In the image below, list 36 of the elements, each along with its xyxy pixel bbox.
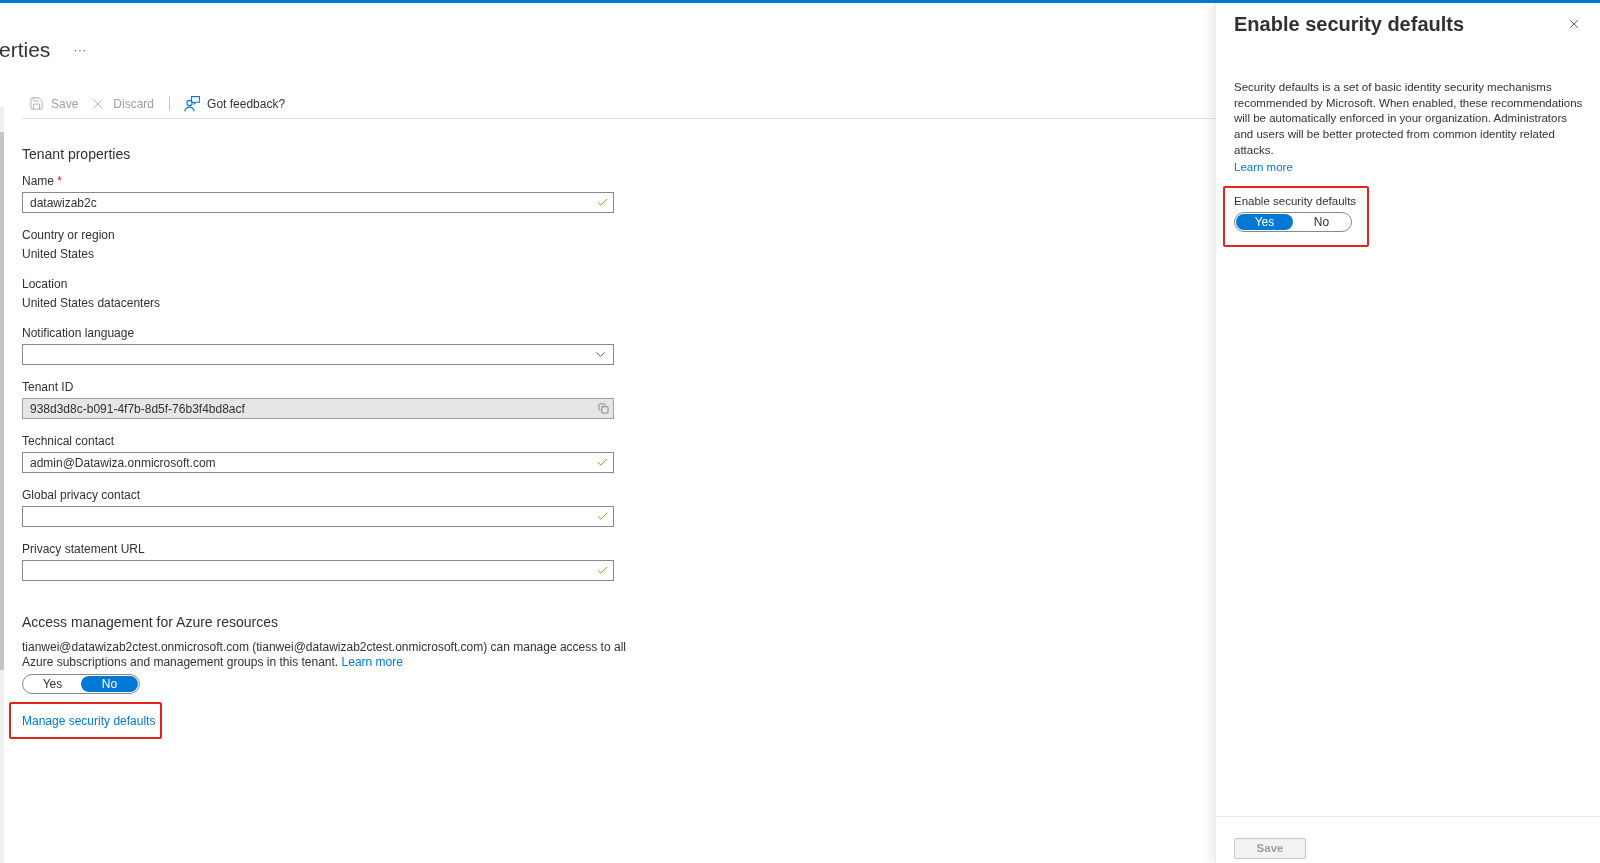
learn-more-link[interactable]: Learn more [1234,158,1293,175]
field-label: Notification language [22,325,136,341]
toggle-option[interactable]: No [1293,213,1350,230]
dropdown-field[interactable] [22,344,614,365]
field-value: United States [22,246,96,262]
field-label: Privacy statement URL [22,541,146,557]
read-only-field: 938d3d8c-b091-4f7b-8d5f-76b3f4bd8acf [22,398,614,419]
close-icon [1567,17,1581,31]
manage-security-defaults-link[interactable]: Manage security defaults [22,712,156,729]
person-speech-bubble-icon [184,95,201,112]
text-field[interactable]: datawizab2c [22,192,614,213]
page-title: erties [0,37,51,63]
field-label: Location [22,276,69,292]
section-heading: Access management for Azure resources [22,613,279,632]
field-label: Name * [22,173,64,189]
field-label: Technical contact [22,433,116,449]
field-value: United States datacenters [22,295,162,311]
feedback-button[interactable]: Got feedback? [184,95,286,112]
field-label: Global privacy contact [22,487,142,503]
text-field[interactable] [22,506,614,527]
toggle-option[interactable]: Yes [1236,213,1293,230]
field-label: Enable security defaults [1234,193,1358,209]
field-label: Country or region [22,227,116,243]
copy-icon[interactable] [598,403,609,414]
panel-title: Enable security defaults [1234,12,1465,37]
more-button[interactable]: ··· [73,42,87,58]
close-button[interactable] [1567,17,1581,31]
toggle-option[interactable]: Yes [24,676,81,692]
toggle-option[interactable]: No [81,676,138,692]
section-heading: Tenant properties [22,145,132,164]
learn-more-link[interactable]: Learn more [341,655,403,669]
text-field[interactable]: admin@Datawiza.onmicrosoft.com [22,452,614,473]
access-description: tianwei@datawizab2ctest.onmicrosoft.com (tianwei@datawizab2ctest.onmicrosoft.com) can manage access to all Azure subscriptions and management groups in this tenant. Learn more [22,640,627,670]
panel-description: Security defaults is a set of basic identity security mechanisms recommended by Microsoft. When enabled, these recommendations will be automatically enforced in your organization. Administrators and users will be better protected from common identity related attacks. [1234,80,1584,158]
field-label: Tenant ID [22,379,75,395]
text-field[interactable] [22,560,614,581]
